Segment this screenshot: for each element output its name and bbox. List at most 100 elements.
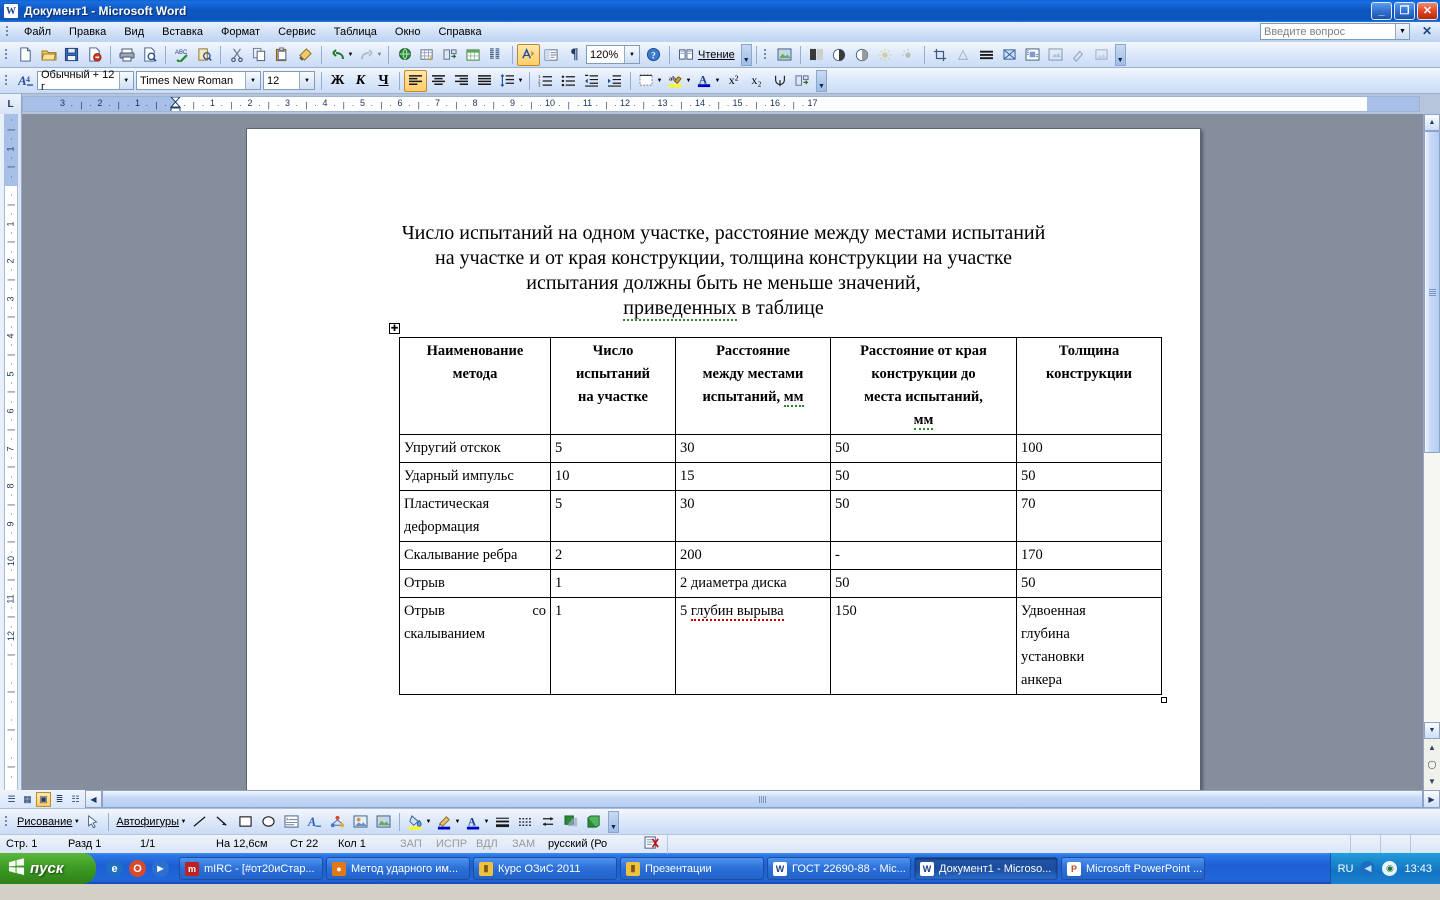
indent-markers[interactable] — [169, 97, 182, 111]
horizontal-scroll-thumb[interactable] — [102, 790, 1423, 808]
insert-table-icon[interactable] — [416, 44, 439, 66]
less-contrast-icon[interactable] — [851, 44, 874, 66]
line-style-icon[interactable] — [491, 811, 514, 833]
font-color-dropdown-icon[interactable]: ▼ — [713, 78, 722, 84]
internet-explorer-icon[interactable]: e — [106, 860, 123, 877]
line-style-icon[interactable] — [975, 44, 998, 66]
cut-scissors-icon[interactable] — [225, 44, 248, 66]
media-player-icon[interactable]: ► — [152, 860, 169, 877]
table-row[interactable]: Отрыв со скалыванием 1 5 глубин вырыва 150… — [399, 597, 1162, 695]
superscript-button[interactable]: x² — [722, 70, 745, 92]
save-icon[interactable] — [60, 44, 83, 66]
status-overtype[interactable]: ЗАМ — [506, 838, 542, 850]
arrow-style-icon[interactable] — [537, 811, 560, 833]
drawing-menu-dropdown-icon[interactable]: ▼ — [72, 819, 81, 825]
compress-pictures-icon[interactable] — [998, 44, 1021, 66]
menu-window[interactable]: Окно — [386, 24, 430, 40]
web-layout-view-icon[interactable]: ▦ — [20, 792, 35, 807]
font-name-combo[interactable]: Times New Roman ▼ — [136, 71, 261, 90]
columns-icon[interactable] — [485, 44, 508, 66]
drawing-menu-button[interactable]: Рисование — [14, 816, 75, 828]
new-document-icon[interactable] — [14, 44, 37, 66]
horizontal-scroll-track[interactable] — [102, 790, 1423, 808]
table-move-handle-icon[interactable]: ✚ — [389, 323, 400, 334]
fill-color-dropdown-icon[interactable]: ▼ — [424, 819, 433, 825]
table-resize-handle[interactable] — [1161, 697, 1167, 703]
text-box-icon[interactable]: A — [280, 811, 303, 833]
task-button-gost-word[interactable]: W ГОСТ 22690-88 - Mic... — [767, 857, 911, 880]
paste-icon[interactable] — [271, 44, 294, 66]
line-color-dropdown-icon[interactable]: ▼ — [453, 819, 462, 825]
more-contrast-icon[interactable] — [828, 44, 851, 66]
less-brightness-icon[interactable] — [897, 44, 920, 66]
text-direction-icon[interactable] — [768, 70, 791, 92]
format-picture-icon[interactable] — [1044, 44, 1067, 66]
table-row[interactable]: Пластическая деформация 5 30 50 70 — [399, 490, 1162, 542]
horizontal-ruler[interactable]: 3 2 1 | · · | · · | · · 1 · | · 2 · | · 3 · | · 4 · | · 5 · | · 6 · | · 7 · | ·… — [22, 96, 1420, 112]
copy-icon[interactable] — [248, 44, 271, 66]
align-center-icon[interactable] — [427, 70, 450, 92]
vertical-scroll-track[interactable] — [1424, 131, 1440, 722]
menu-tools[interactable]: Сервис — [269, 24, 325, 40]
table-row[interactable]: Упругий отскок 5 30 50 100 — [399, 434, 1162, 463]
volume-icon[interactable]: ◀ — [1360, 861, 1376, 876]
rotate-left-icon[interactable] — [952, 44, 975, 66]
arrow-icon[interactable] — [211, 811, 234, 833]
status-track-changes[interactable]: ИСПР — [430, 838, 470, 850]
table-row[interactable]: Скалывание ребра 2 200 - 170 — [399, 541, 1162, 570]
picture-toolbar-grip[interactable] — [761, 47, 770, 63]
dash-style-icon[interactable] — [514, 811, 537, 833]
close-button[interactable]: ✕ — [1417, 2, 1438, 20]
menubar-grip[interactable] — [3, 24, 12, 40]
align-left-icon[interactable] — [404, 69, 427, 92]
print-icon[interactable] — [115, 44, 138, 66]
styles-and-formatting-icon[interactable]: A4 — [14, 70, 37, 92]
insert-hyperlink-icon[interactable] — [393, 44, 416, 66]
ask-a-question-box[interactable]: Введите вопрос ▼ — [1260, 23, 1410, 40]
task-button-mirc[interactable]: m mIRC - [#от20иСтар... — [179, 857, 323, 880]
undo-dropdown-icon[interactable]: ▼ — [346, 52, 355, 58]
autoshapes-dropdown-icon[interactable]: ▼ — [179, 819, 188, 825]
font-size-dropdown-icon[interactable]: ▼ — [299, 72, 314, 89]
oval-icon[interactable] — [257, 811, 280, 833]
outline-view-icon[interactable]: ≣ — [52, 792, 67, 807]
crop-icon[interactable] — [929, 44, 952, 66]
previous-page-icon[interactable]: ▲ — [1424, 739, 1440, 756]
italic-button[interactable]: К — [349, 70, 372, 92]
reset-picture-icon[interactable] — [1090, 44, 1113, 66]
autoshapes-menu-button[interactable]: Автофигуры — [113, 816, 182, 828]
picture-toolbar-options-icon[interactable]: ▼ — [1114, 43, 1126, 66]
help-question-icon[interactable]: ? — [642, 44, 665, 66]
color-mode-icon[interactable] — [805, 44, 828, 66]
print-layout-view-icon[interactable]: ▣ — [36, 791, 51, 807]
task-button-powerpoint[interactable]: P Microsoft PowerPoint ... — [1061, 857, 1205, 880]
next-page-icon[interactable]: ▼ — [1424, 773, 1440, 790]
drawing-toolbar-options-icon[interactable]: ▼ — [608, 810, 619, 833]
minimize-button[interactable]: _ — [1371, 2, 1392, 20]
font-dropdown-icon[interactable]: ▼ — [245, 72, 260, 89]
toolbar-options-icon[interactable]: ▼ — [740, 43, 752, 66]
insert-columns-icon[interactable] — [439, 44, 462, 66]
research-icon[interactable] — [193, 44, 216, 66]
document-map-icon[interactable] — [540, 44, 563, 66]
insert-excel-sheet-icon[interactable] — [462, 44, 485, 66]
vertical-scroll-thumb[interactable] — [1424, 131, 1440, 453]
diagram-icon[interactable] — [326, 811, 349, 833]
open-folder-icon[interactable] — [37, 44, 60, 66]
style-combo[interactable]: Обычный + 12 г ▼ — [37, 69, 134, 93]
drawing-icon[interactable] — [517, 43, 540, 66]
font-color-dropdown-icon[interactable]: ▼ — [482, 819, 491, 825]
borders-dropdown-icon[interactable]: ▼ — [655, 78, 664, 84]
rectangle-icon[interactable] — [234, 811, 257, 833]
highlight-dropdown-icon[interactable]: ▼ — [684, 78, 693, 84]
vertical-scrollbar[interactable]: ▲ ▼ ▲ ◯ ▼ — [1423, 114, 1440, 790]
increase-indent-icon[interactable] — [603, 70, 626, 92]
scroll-right-button[interactable]: ▶ — [1423, 790, 1440, 808]
task-button-folder-course[interactable]: ▮ Курс ОЗиС 2011 — [473, 857, 617, 880]
scroll-left-button[interactable]: ◀ — [85, 790, 102, 808]
more-brightness-icon[interactable] — [874, 44, 897, 66]
select-objects-arrow-icon[interactable] — [81, 811, 104, 833]
wordart-icon[interactable]: A — [303, 811, 326, 833]
language-indicator[interactable]: RU — [1338, 863, 1354, 875]
restore-button[interactable]: ❐ — [1394, 2, 1415, 20]
